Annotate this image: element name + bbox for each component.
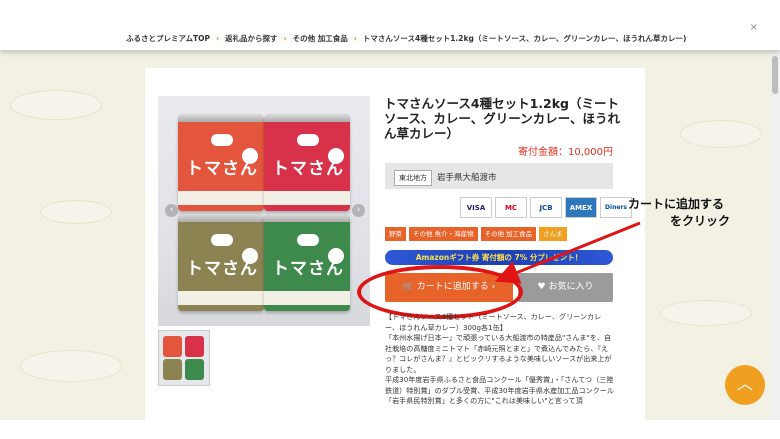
category-tags: 野菜 その他 魚介・海産物 その他 加工食品 さんま [385,227,567,241]
description-paragraph: 「本州水揚げ日本一」で頑張っている大船渡市の特産品"さんま"を、自社栽培の高糖度… [385,333,612,374]
payment-cards: VISA MC JCB AMEX Diners [460,197,632,218]
can-green-curry: トマさん [264,214,350,311]
carousel-prev-icon[interactable]: ‹ [165,204,178,217]
cloud-decoration [660,300,752,326]
scroll-to-top-button[interactable]: ︿ [725,365,765,405]
tag-vegetable[interactable]: 野菜 [385,227,406,241]
donation-price: 寄付金額：10,000円 [518,147,613,158]
description-paragraph: 平成30年度岩手県ふるさと食品コンクール「優秀賞」・「さんてつ（三陸鉄道）特別賞… [385,375,614,405]
cloud-decoration [40,200,112,224]
breadcrumb: ふるさとプレミアムTOP › 返礼品から探す › その他 加工食品 › トマさんソース4種セ… [126,33,686,44]
annotation-highlight-ellipse [357,265,523,319]
visa-icon: VISA [460,197,492,218]
breadcrumb-item-search[interactable]: 返礼品から探す [225,34,278,43]
top-bar: ふるさとプレミアムTOP › 返礼品から探す › その他 加工食品 › トマさんソース4種セ… [0,0,780,50]
annotation-line2: をクリック [670,214,731,228]
jcb-icon: JCB [530,197,562,218]
favorite-button[interactable]: ♥ お気に入り [518,273,613,302]
cloud-decoration [680,120,762,148]
can-tomato-red: トマさん [178,114,264,211]
region-box: 東北地方 岩手県大船渡市 [385,163,613,189]
region-name[interactable]: 岩手県大船渡市 [437,171,497,183]
bottom-bar [0,420,780,439]
breadcrumb-separator: › [353,34,357,43]
cloud-decoration [20,350,122,382]
breadcrumb-separator: › [215,34,220,43]
description-paragraph: 【トマさんソース4種セット（ミートソース、カレー、グリーンカレー、ほうれん草カレ… [385,312,602,332]
amazon-gift-banner[interactable]: Amazonギフト券 寄付額の 7% 分プレゼント！ [385,250,613,265]
can-curry-olive: トマさん [178,214,264,311]
favorite-label: お気に入り [548,282,594,292]
tag-sanma[interactable]: さんま [539,227,567,241]
cloud-decoration [10,90,102,120]
annotation-text: カートに追加する をクリック [628,196,768,230]
carousel-next-icon[interactable]: › [352,204,365,217]
breadcrumb-item-category[interactable]: その他 加工食品 [293,34,348,43]
mastercard-icon: MC [495,197,527,218]
annotation-line1: カートに追加する [628,197,725,211]
product-description: 【トマさんソース4種セット（ミートソース、カレー、グリーンカレー、ほうれん草カレ… [385,312,615,407]
heart-icon: ♥ [537,282,546,292]
breadcrumb-item-top[interactable]: ふるさとプレミアムTOP [126,34,210,43]
close-icon[interactable]: × [750,22,758,33]
tag-seafood[interactable]: その他 魚介・海産物 [409,227,478,241]
scrollbar-thumb[interactable] [772,56,778,94]
amex-icon: AMEX [565,197,597,218]
region-label[interactable]: 東北地方 [394,170,432,186]
product-thumbnail[interactable] [158,330,210,386]
can-tomato-crimson: トマさん [264,114,350,211]
tag-processed-food[interactable]: その他 加工食品 [480,227,537,241]
product-photo: トマさん トマさん トマさん トマさん [158,96,370,326]
scrollbar[interactable] [770,50,780,420]
breadcrumb-separator: › [283,34,287,43]
product-title: トマさんソース4種セット1.2kg（ミートソース、カレー、グリーンカレー、ほうれ… [384,96,621,141]
breadcrumb-item-current: トマさんソース4種セット1.2kg（ミートソース、カレー、グリーンカレー、ほうれ… [362,34,687,43]
